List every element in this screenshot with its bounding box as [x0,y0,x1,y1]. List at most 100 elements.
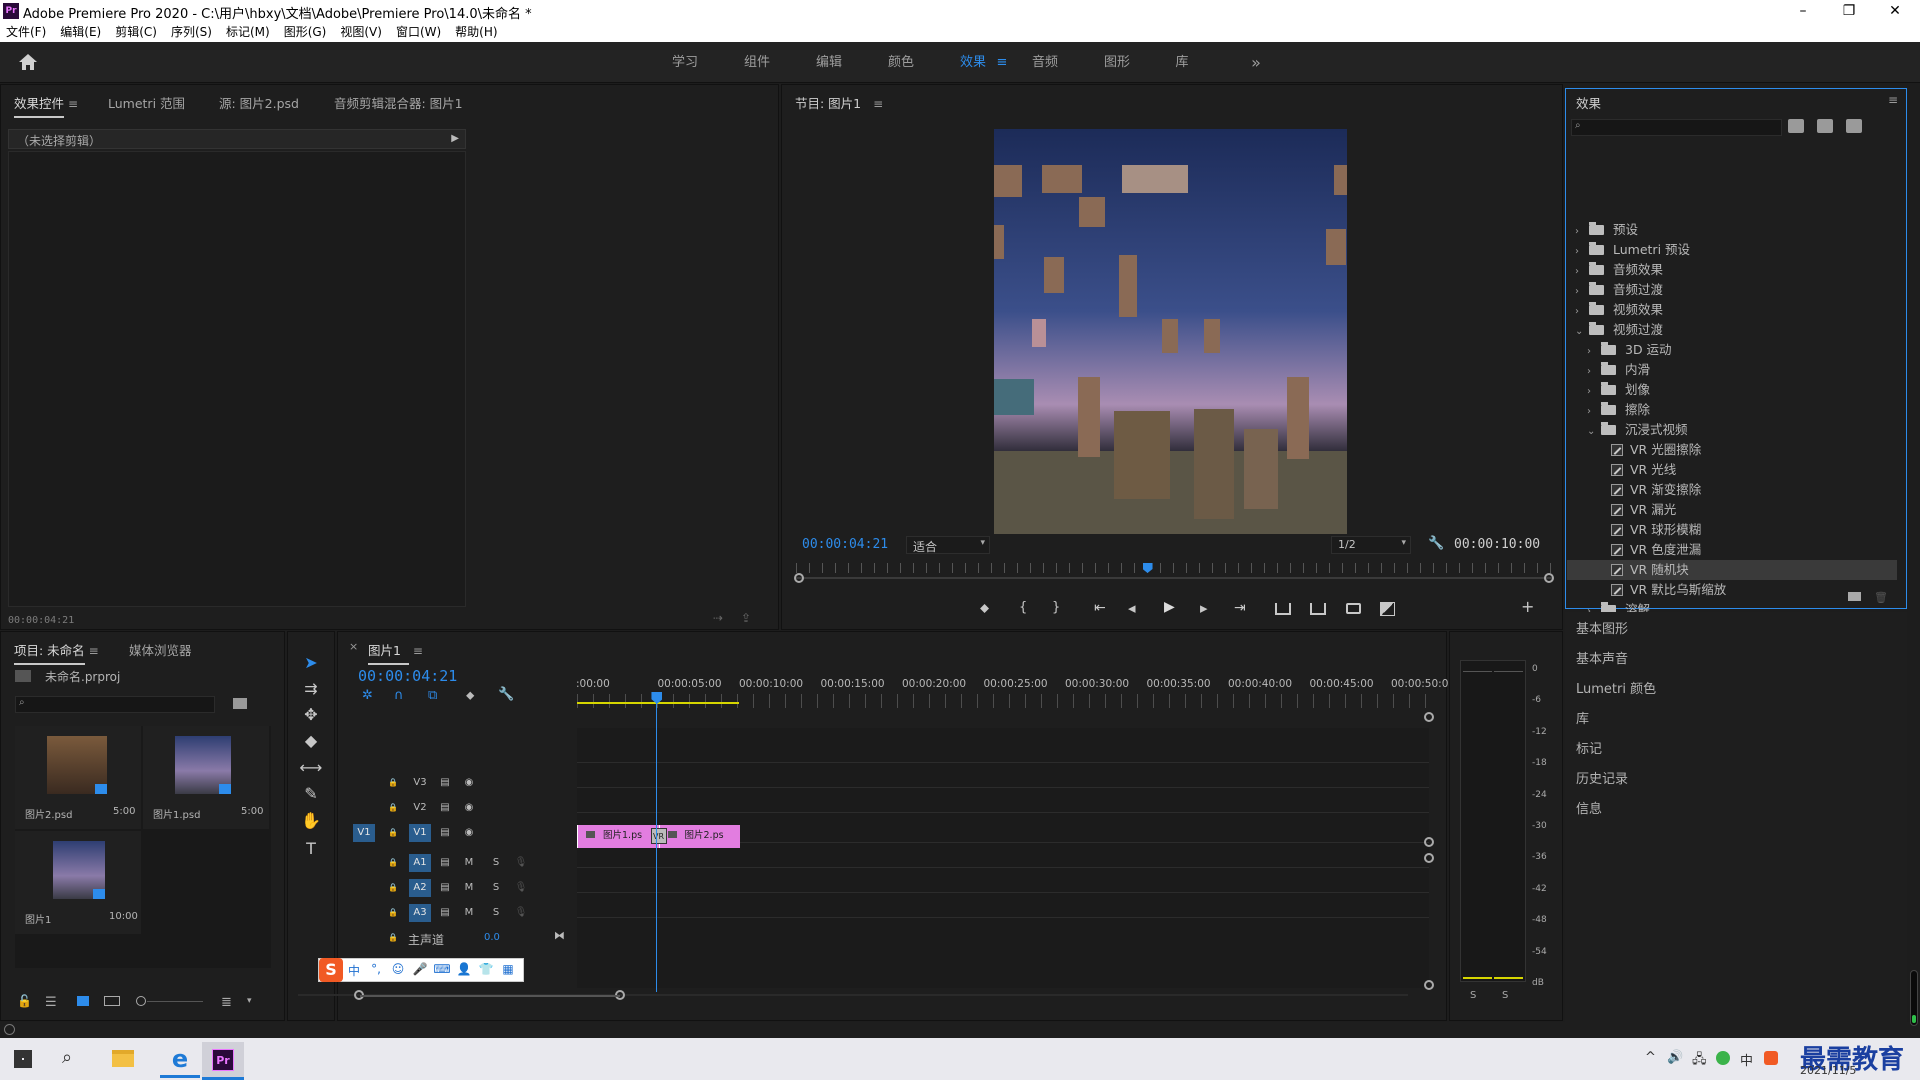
hscroll-thumb[interactable] [360,995,620,997]
effect-item[interactable]: VR 渐变擦除 [1567,480,1897,500]
solo-right-button[interactable]: S [1502,990,1508,1001]
ime-button[interactable]: ⌨ [431,962,453,979]
ime-button[interactable]: ▦ [497,962,519,979]
accelerated-effects-icon[interactable] [1788,119,1804,133]
vscroll-handle-bottom[interactable] [1424,980,1434,990]
workspace-effects[interactable]: 效果 [948,42,998,83]
share-icon[interactable]: ⇪ [741,611,751,625]
find-bin-icon[interactable] [233,698,247,709]
effects-folder[interactable]: › 预设 [1567,220,1897,240]
microphone-icon[interactable]: 🎙 [510,854,532,872]
type-tool-icon[interactable]: T [298,838,324,860]
eye-icon[interactable]: ◉ [458,799,480,817]
workspace-audio[interactable]: 音频 [1020,42,1070,83]
32bit-effects-icon[interactable] [1817,119,1833,133]
effects-folder[interactable]: › 音频效果 [1567,260,1897,280]
effect-item[interactable]: VR 球形模糊 [1567,520,1897,540]
effects-panel-menu-icon[interactable]: ≡ [1888,93,1898,107]
tab-media-browser[interactable]: 媒体浏览器 [129,640,192,659]
volume-scrollbar[interactable] [1910,970,1918,1026]
chevron-right-icon[interactable]: › [1587,382,1601,402]
step-back-button[interactable]: ◂ [1128,599,1136,617]
razor-tool-icon[interactable]: ◆ [298,730,324,752]
zoom-handle-right[interactable] [1544,573,1554,583]
track-target-toggle[interactable]: V3 [409,774,431,792]
tab-source[interactable]: 源: 图片2.psd [219,93,299,112]
step-forward-button[interactable]: ▸ [1200,599,1208,617]
tab-audio-clip-mixer[interactable]: 音频剪辑混合器: 图片1 [334,93,463,112]
source-patch-v1[interactable]: V1 [353,824,375,842]
antivirus-tray-icon[interactable] [1716,1051,1730,1065]
ime-button[interactable]: °, [365,962,387,979]
track-lock-icon[interactable]: 🔒 [382,904,404,922]
ime-button[interactable]: 👤 [453,962,475,979]
timeline-settings-icon[interactable]: 🔧 [498,687,514,702]
side-panel-tab[interactable]: 标记 [1576,738,1602,757]
selection-tool-icon[interactable]: ➤ [298,652,324,674]
icon-view-icon[interactable] [77,996,89,1006]
track-target-toggle[interactable]: A3 [409,904,431,922]
expand-arrow-icon[interactable]: ▶ [451,133,459,144]
taskbar-premiere-active[interactable]: Pr [202,1042,244,1080]
project-item[interactable]: 图片1.psd 5:00 [143,726,269,829]
mute-button[interactable]: M [458,854,480,872]
effect-item[interactable]: VR 色度泄漏 [1567,540,1897,560]
wrench-icon[interactable]: 🔧 [1428,536,1444,551]
speaker-icon[interactable]: 🔊 [1667,1050,1683,1065]
ripple-edit-tool-icon[interactable]: ✥ [298,704,324,726]
menu-markers[interactable]: 标记(M) [226,22,270,42]
workspace-graphics[interactable]: 图形 [1092,42,1142,83]
freeform-view-icon[interactable] [104,996,120,1006]
tab-lumetri-scopes[interactable]: Lumetri 范围 [108,93,185,112]
mute-button[interactable]: M [458,879,480,897]
nest-toggle-icon[interactable]: ✲ [362,688,373,703]
tab-effect-controls[interactable]: 效果控件 ≡ [14,93,78,118]
add-marker-icon[interactable]: ⬥ [466,688,474,703]
file-explorer-icon[interactable] [112,1050,134,1067]
close-button[interactable]: ✕ [1872,0,1918,22]
sync-lock-icon[interactable]: ▤ [434,904,456,922]
ime-button[interactable]: 中 [343,962,365,979]
timeline-timecode[interactable]: 00:00:04:21 [358,667,457,685]
sync-lock-icon[interactable]: ▤ [434,799,456,817]
sogou-logo-icon[interactable]: S [319,958,343,982]
menu-clip[interactable]: 剪辑(C) [115,22,157,42]
snap-icon[interactable]: ∩ [394,688,404,703]
ime-button[interactable]: 👕 [475,962,497,979]
side-panel-tab[interactable]: 基本图形 [1576,618,1628,637]
effects-folder[interactable]: › 视频效果 [1567,300,1897,320]
sync-lock-icon[interactable]: ▤ [434,824,456,842]
lift-icon[interactable] [1275,603,1291,615]
project-item[interactable]: 图片1 10:00 [15,831,141,934]
camera-icon[interactable] [1346,603,1361,614]
button-editor-icon[interactable]: + [1521,597,1534,616]
chevron-right-icon[interactable]: › [1575,242,1589,262]
effect-item[interactable]: VR 光圈擦除 [1567,440,1897,460]
zoom-slider-handle[interactable] [136,996,146,1006]
workspace-menu-icon[interactable]: ≡ [995,42,1009,83]
effects-folder[interactable]: › 划像 [1567,380,1897,400]
vscroll-handle[interactable] [1424,853,1434,863]
yuv-effects-icon[interactable] [1846,119,1862,133]
side-panel-tab[interactable]: 历史记录 [1576,768,1628,787]
go-to-out-button[interactable]: ⇥ [1234,600,1246,616]
effect-item[interactable]: VR 漏光 [1567,500,1897,520]
track-lock-icon[interactable]: 🔒 [382,774,404,792]
effects-folder[interactable]: ⌄ 沉浸式视频 [1567,420,1897,440]
track-lock-icon[interactable]: 🔒 [382,929,404,947]
tab-project[interactable]: 项目: 未命名 ≡ [14,640,99,665]
timeline-playhead[interactable] [656,692,658,992]
menu-window[interactable]: 窗口(W) [396,22,441,42]
ime-tray-icon[interactable]: 中 [1740,1050,1753,1069]
track-lock-icon[interactable]: 🔒 [382,854,404,872]
solo-left-button[interactable]: S [1470,990,1476,1001]
solo-button[interactable]: S [485,854,507,872]
menu-help[interactable]: 帮助(H) [455,22,497,42]
track-area[interactable] [577,728,1429,988]
effects-folder[interactable]: › 擦除 [1567,400,1897,420]
resolution-dropdown[interactable]: 1/2 ▾ [1331,536,1411,554]
add-marker-button[interactable]: ⬥ [980,601,989,616]
vscroll-handle-top[interactable] [1424,712,1434,722]
program-mini-ruler[interactable] [796,563,1552,573]
vscroll-handle[interactable] [1424,837,1434,847]
